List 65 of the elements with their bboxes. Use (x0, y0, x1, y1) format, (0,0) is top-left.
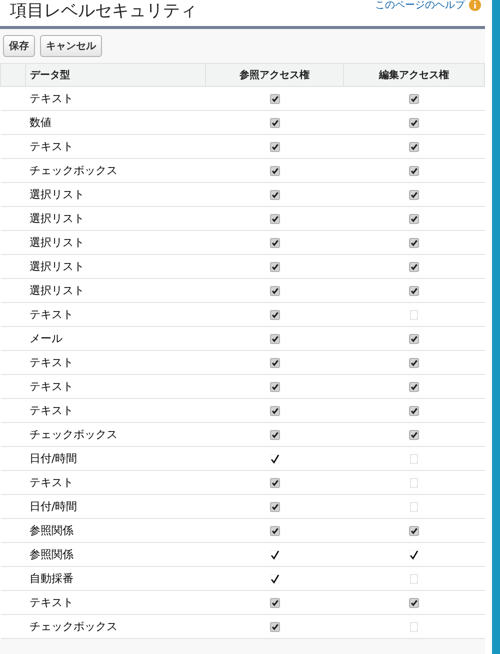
column-header: データ型 (26, 64, 206, 86)
checkbox[interactable] (409, 358, 419, 368)
table-cell: 日付/時間 (26, 446, 206, 470)
checkbox[interactable] (270, 286, 280, 296)
checkbox[interactable] (409, 118, 419, 128)
checkbox[interactable] (270, 142, 280, 152)
checkbox[interactable] (270, 430, 280, 440)
table-cell: 選択リスト (26, 278, 206, 302)
checkbox[interactable] (270, 478, 280, 488)
checkbox[interactable] (409, 262, 419, 272)
checkbox[interactable] (270, 238, 280, 248)
checkbox[interactable] (270, 94, 280, 104)
table-cell: 選択リスト (26, 230, 206, 254)
checkbox[interactable] (409, 166, 419, 176)
checkbox[interactable] (270, 310, 280, 320)
column-header: 参照アクセス権 (206, 64, 344, 86)
table-cell: 参照関係 (26, 518, 206, 542)
table-cell: 参照関係 (26, 542, 206, 566)
checkbox[interactable] (270, 214, 280, 224)
table-cell: チェックボックス (26, 158, 206, 182)
checkbox[interactable] (409, 334, 419, 344)
checkbox[interactable] (409, 94, 419, 104)
checkbox[interactable] (270, 406, 280, 416)
checkbox[interactable] (270, 382, 280, 392)
table-cell: メール (26, 326, 206, 350)
cancel-button[interactable]: キャンセル (40, 35, 102, 57)
checkbox[interactable] (270, 118, 280, 128)
checkbox[interactable] (270, 598, 280, 608)
table-cell: テキスト (26, 86, 206, 110)
checkbox[interactable] (409, 406, 419, 416)
table-cell: 自動採番 (26, 566, 206, 590)
table-cell: 選択リスト (26, 182, 206, 206)
table-cell: 選択リスト (26, 254, 206, 278)
table-cell: テキスト (26, 590, 206, 614)
checkbox[interactable] (270, 190, 280, 200)
table-cell: 日付/時間 (26, 494, 206, 518)
table-cell: チェックボックス (26, 614, 206, 638)
table-cell: テキスト (26, 350, 206, 374)
checkbox[interactable] (270, 622, 280, 632)
checkbox[interactable] (409, 382, 419, 392)
checkbox[interactable] (270, 334, 280, 344)
table-cell: テキスト (26, 470, 206, 494)
table-cell: テキスト (26, 302, 206, 326)
table-cell: テキスト (26, 398, 206, 422)
checkbox[interactable] (409, 142, 419, 152)
table-cell: 数値 (26, 110, 206, 134)
checkbox[interactable] (409, 286, 419, 296)
checkbox[interactable] (270, 502, 280, 512)
checkbox[interactable] (270, 358, 280, 368)
table-cell: テキスト (26, 374, 206, 398)
checkbox[interactable] (409, 430, 419, 440)
checkbox[interactable] (270, 526, 280, 536)
table-cell: 選択リスト (26, 206, 206, 230)
checkbox[interactable] (270, 262, 280, 272)
checkbox[interactable] (409, 190, 419, 200)
checkbox[interactable] (270, 166, 280, 176)
page-title: 項目レベルセキュリティ (10, 0, 197, 22)
table-cell: テキスト (26, 134, 206, 158)
checkbox[interactable] (409, 598, 419, 608)
checkbox[interactable] (409, 526, 419, 536)
checkbox[interactable] (409, 214, 419, 224)
save-button[interactable]: 保存 (3, 35, 35, 57)
checkbox[interactable] (409, 238, 419, 248)
column-header: 編集アクセス権 (344, 64, 484, 86)
table-cell: チェックボックス (26, 422, 206, 446)
